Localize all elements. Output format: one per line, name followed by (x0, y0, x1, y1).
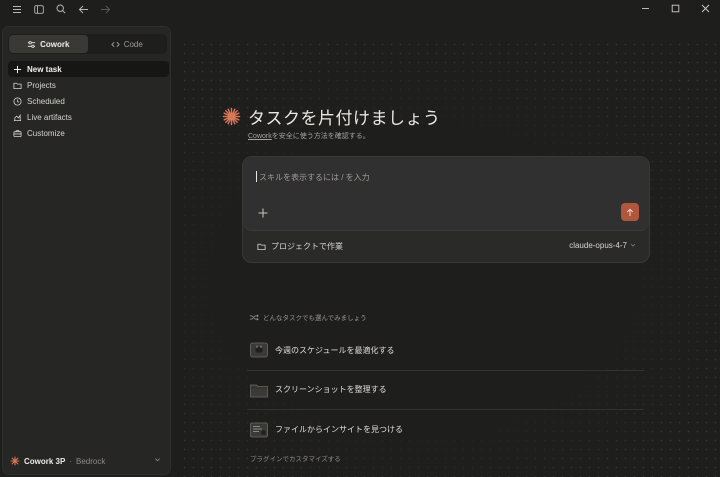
safety-link-text: Coworkを安全に使う方法を確認する。 (248, 131, 370, 141)
sidebar-item-customize[interactable]: Customize (8, 125, 169, 141)
sliders-icon (27, 40, 36, 48)
close-button[interactable] (690, 0, 720, 16)
suggestions-header-text: どんなタスクでも選んでみましょう (263, 315, 367, 322)
claude-logo-icon (222, 107, 241, 126)
prompt-input[interactable]: スキルを表示するには / を入力 (243, 157, 649, 231)
menu-icon[interactable] (6, 1, 28, 17)
sidebar-item-label: Customize (27, 128, 65, 138)
sidebar-item-scheduled[interactable]: Scheduled (8, 93, 169, 109)
plus-icon (258, 208, 268, 218)
suggestion-optimize-schedule[interactable]: 今週のスケジュールを最適化する (247, 331, 644, 371)
tab-cowork[interactable]: Cowork (9, 35, 88, 53)
briefcase-icon (13, 129, 22, 137)
suggestion-organize-screenshots[interactable]: スクリーンショットを整理する (247, 371, 644, 410)
project-selector-label: プロジェクトで作業 (271, 242, 343, 251)
artifacts-icon (13, 113, 22, 121)
sidebar-item-label: Scheduled (27, 96, 65, 106)
sidebar-toggle-icon[interactable] (28, 1, 50, 17)
attach-button[interactable] (256, 206, 270, 220)
account-name: Cowork 3P (24, 456, 66, 466)
folder-icon (13, 82, 22, 89)
back-arrow-icon[interactable] (72, 1, 94, 17)
folder-icon (250, 384, 268, 398)
plus-icon (13, 65, 22, 73)
forward-arrow-icon[interactable] (94, 1, 116, 17)
maximize-button[interactable] (660, 0, 690, 16)
safety-link-rest[interactable]: を安全に使う方法を確認する。 (272, 133, 370, 140)
tab-code[interactable]: Code (88, 35, 167, 53)
chevron-down-icon (630, 242, 636, 250)
sidebar-item-label: Live artifacts (27, 112, 72, 122)
suggestion-list: 今週のスケジュールを最適化する スクリーンショットを整理する ファイルからインサ… (247, 331, 644, 450)
sidebar-item-label: New task (27, 64, 62, 74)
sidebar-item-new-task[interactable]: New task (8, 61, 169, 77)
suggestion-label: スクリーンショットを整理する (275, 385, 387, 395)
cowork-safety-link[interactable]: Cowork (248, 133, 272, 140)
sidebar-item-live-artifacts[interactable]: Live artifacts (8, 109, 169, 125)
page-title: タスクを片付けましょう (248, 109, 441, 128)
model-name: claude-opus-4-7 (569, 241, 627, 250)
account-switcher[interactable]: Cowork 3P · Bedrock (8, 454, 167, 468)
suggestions-header: どんなタスクでも選んでみましょう (249, 312, 367, 322)
prompt-placeholder: スキルを表示するには / を入力 (259, 173, 370, 182)
code-icon (110, 41, 120, 47)
model-selector[interactable]: claude-opus-4-7 (569, 241, 636, 250)
title-bar (0, 0, 720, 18)
minimize-button[interactable] (630, 0, 660, 16)
clock-icon (13, 96, 22, 106)
sidebar-item-label: Projects (27, 80, 56, 90)
text-caret (256, 171, 257, 182)
document-icon (250, 422, 268, 438)
search-icon[interactable] (50, 1, 72, 17)
suggestion-label: 今週のスケジュールを最適化する (275, 345, 395, 355)
suggestion-label: ファイルからインサイトを見つける (275, 425, 403, 435)
arrow-up-icon (626, 208, 634, 216)
sidebar-item-projects[interactable]: Projects (8, 77, 169, 93)
page-heading: タスクを片付けましょう (222, 104, 441, 129)
project-selector[interactable]: プロジェクトで作業 (257, 241, 343, 252)
tab-cowork-label: Cowork (40, 39, 70, 49)
account-provider: Bedrock (76, 456, 106, 466)
mode-toggle: Cowork Code (8, 34, 167, 54)
account-separator: · (69, 456, 73, 466)
sidebar-nav: New task Projects Scheduled Live artifac… (8, 61, 169, 141)
claude-logo-icon (10, 456, 20, 466)
suggestion-find-insights[interactable]: ファイルからインサイトを見つける (247, 410, 644, 450)
composer: スキルを表示するには / を入力 プロジェクトで作業 claude-opus-4… (242, 156, 650, 263)
chevron-down-icon (154, 456, 161, 465)
shuffle-icon (249, 314, 259, 320)
folder-icon (257, 243, 266, 251)
tab-code-label: Code (123, 39, 143, 49)
calendar-icon (250, 342, 268, 358)
sidebar: Cowork Code New task Projects Scheduled … (2, 26, 171, 475)
customize-plugins-link[interactable]: プラグインでカスタマイズする (250, 453, 341, 463)
send-button[interactable] (621, 203, 639, 221)
